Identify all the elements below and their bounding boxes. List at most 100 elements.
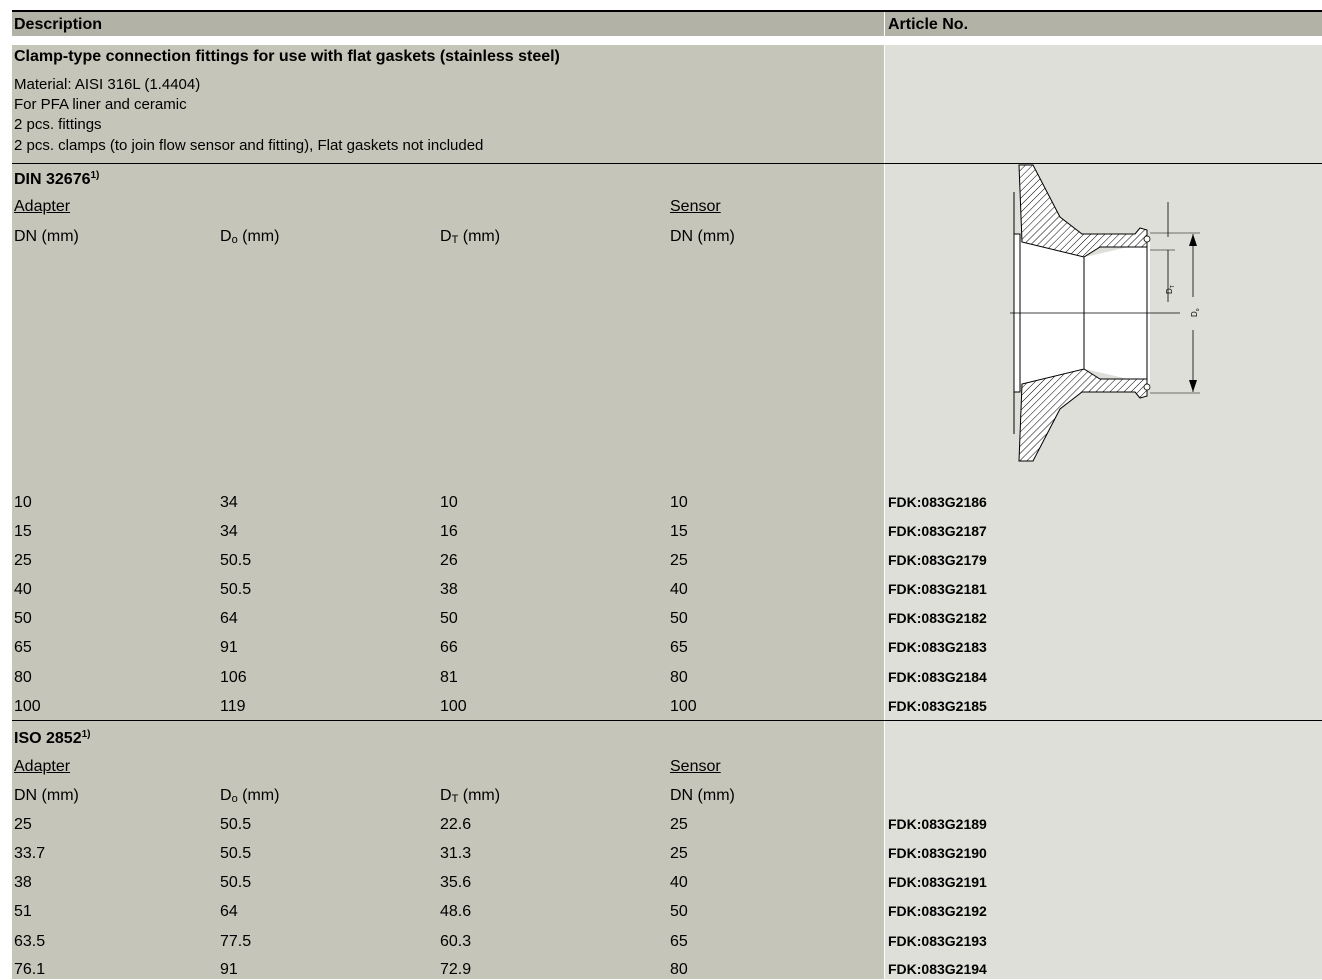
- table-row-cell-dn: 51: [14, 903, 32, 920]
- din-col-sensor-dn: DN (mm): [670, 228, 735, 245]
- fitting-cross-section-drawing: DT Do: [1010, 164, 1201, 462]
- table-row-cell-article: FDK:083G2189: [888, 816, 987, 832]
- din-adapter-label: Adapter: [14, 198, 71, 215]
- table-row-cell-dt: 50: [440, 610, 458, 627]
- table-row-cell-do: 50.5: [220, 552, 252, 569]
- table-row-cell-dn: 63.5: [14, 933, 46, 950]
- din-col-dt-main: D: [440, 228, 452, 245]
- table-row-cell-do: 50.5: [220, 845, 252, 862]
- table-row-cell-do: 34: [220, 523, 238, 540]
- din-footnote: 1): [90, 170, 100, 181]
- table-row-cell-dn: 76.1: [14, 961, 46, 978]
- table-row-cell-sensor: 40: [670, 581, 688, 598]
- table-row-cell-do: 106: [220, 669, 247, 686]
- note-material: Material: AISI 316L (1.4404): [14, 76, 201, 93]
- iso-footnote: 1): [81, 729, 91, 740]
- table-row-cell-dt: 81: [440, 669, 458, 686]
- drawing-label-dt-sub: T: [1170, 285, 1176, 288]
- iso-title-text: ISO 2852: [14, 730, 82, 747]
- table-row-cell-article: FDK:083G2191: [888, 874, 987, 890]
- table-row-cell-dn: 50: [14, 610, 32, 627]
- table-row-cell-article: FDK:083G2182: [888, 610, 987, 626]
- note-fittings: 2 pcs. fittings: [14, 116, 102, 133]
- table-row-cell-do: 50.5: [220, 816, 252, 833]
- iso-col-do-unit: (mm): [237, 787, 280, 804]
- iso-col-sensor-dn: DN (mm): [670, 787, 735, 804]
- din-col-dt: DT (mm): [440, 227, 500, 250]
- table-row-cell-do: 34: [220, 494, 238, 511]
- table-row-cell-dn: 25: [14, 552, 32, 569]
- header-description: Description: [14, 16, 103, 33]
- din-col-dt-unit: (mm): [458, 228, 501, 245]
- table-row-cell-article: FDK:083G2190: [888, 845, 987, 861]
- din-title: DIN 326761): [14, 166, 99, 190]
- table-row-cell-do: 50.5: [220, 874, 252, 891]
- table-row-cell-sensor: 65: [670, 933, 688, 950]
- table-row-cell-dn: 15: [14, 523, 32, 540]
- table-row-cell-dn: 33.7: [14, 845, 46, 862]
- table-row-cell-article: FDK:083G2183: [888, 639, 987, 655]
- table-row-cell-article: FDK:083G2193: [888, 933, 987, 949]
- note-clamps: 2 pcs. clamps (to join flow sensor and f…: [14, 137, 484, 154]
- table-row-cell-article: FDK:083G2181: [888, 581, 987, 597]
- table-row-cell-dt: 38: [440, 581, 458, 598]
- table-row-cell-sensor: 25: [670, 845, 688, 862]
- iso-col-do: Do (mm): [220, 786, 279, 809]
- din-col-dn: DN (mm): [14, 228, 79, 245]
- table-row-cell-do: 91: [220, 961, 238, 978]
- table-row-cell-article: FDK:083G2185: [888, 698, 987, 714]
- table-row-cell-sensor: 10: [670, 494, 688, 511]
- table-row-cell-dn: 80: [14, 669, 32, 686]
- table-row-cell-dt: 100: [440, 698, 467, 715]
- header-left-bg: [12, 12, 884, 36]
- table-row-cell-dn: 100: [14, 698, 41, 715]
- table-row-cell-dt: 16: [440, 523, 458, 540]
- table-row-cell-dn: 38: [14, 874, 32, 891]
- table-row-cell-article: FDK:083G2187: [888, 523, 987, 539]
- table-row-cell-dt: 26: [440, 552, 458, 569]
- iso-col-dt-main: D: [440, 787, 452, 804]
- din-col-do: Do (mm): [220, 227, 279, 250]
- table-row-cell-dt: 35.6: [440, 874, 472, 891]
- table-row-cell-article: FDK:083G2179: [888, 552, 987, 568]
- top-rule: [12, 10, 1322, 12]
- table-row-cell-dt: 72.9: [440, 961, 472, 978]
- table-row-cell-article: FDK:083G2184: [888, 669, 987, 685]
- iso-col-dn: DN (mm): [14, 787, 79, 804]
- table-row-cell-dn: 65: [14, 639, 32, 656]
- table-row-cell-sensor: 80: [670, 961, 688, 978]
- table-row-cell-sensor: 25: [670, 552, 688, 569]
- table-row-cell-sensor: 50: [670, 610, 688, 627]
- section-title: Clamp-type connection fittings for use w…: [14, 48, 560, 65]
- table-row-cell-sensor: 80: [670, 669, 688, 686]
- table-row-cell-dt: 60.3: [440, 933, 472, 950]
- iso-sensor-label: Sensor: [670, 758, 721, 775]
- iso-adapter-label: Adapter: [14, 758, 71, 775]
- table-row-cell-sensor: 50: [670, 903, 688, 920]
- iso-col-do-main: D: [220, 787, 232, 804]
- table-row-cell-dt: 31.3: [440, 845, 472, 862]
- table-row-cell-dn: 10: [14, 494, 32, 511]
- table-row-cell-dn: 25: [14, 816, 32, 833]
- din-sensor-label: Sensor: [670, 198, 721, 215]
- table-row-cell-article: FDK:083G2194: [888, 961, 987, 977]
- table-row-cell-do: 119: [220, 698, 246, 715]
- header-article-no: Article No.: [888, 16, 969, 33]
- table-row-cell-dn: 40: [14, 581, 32, 598]
- table-row-cell-sensor: 40: [670, 874, 688, 891]
- din-title-text: DIN 32676: [14, 171, 91, 188]
- datasheet-page: Description Article No. Clamp-type conne…: [0, 0, 1322, 979]
- iso-col-dt-unit: (mm): [458, 787, 501, 804]
- note-liner: For PFA liner and ceramic: [14, 96, 187, 113]
- table-row-cell-do: 64: [220, 610, 238, 627]
- table-row-cell-dt: 22.6: [440, 816, 472, 833]
- din-col-do-main: D: [220, 228, 232, 245]
- table-row-cell-do: 91: [220, 639, 238, 656]
- drawing-label-do-sub: o: [1195, 308, 1201, 311]
- table-row-cell-article: FDK:083G2186: [888, 494, 987, 510]
- table-row-cell-do: 50.5: [220, 581, 252, 598]
- table-row-cell-sensor: 15: [670, 523, 688, 540]
- divider-iso: [12, 720, 1322, 721]
- table-row-cell-dt: 66: [440, 639, 458, 656]
- table-row-cell-sensor: 100: [670, 698, 697, 715]
